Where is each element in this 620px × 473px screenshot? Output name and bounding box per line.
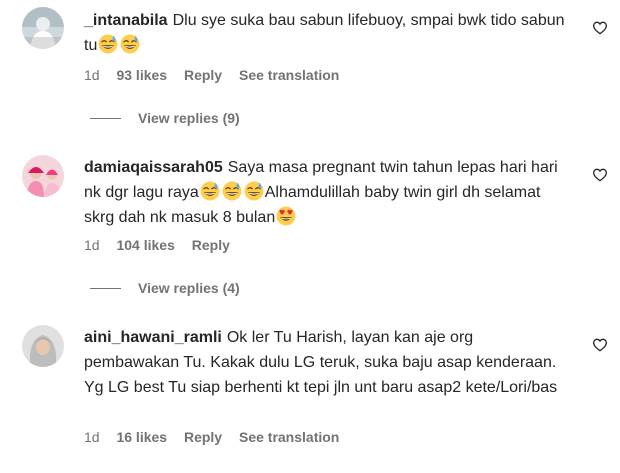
grinning-sweat-emoji (244, 181, 264, 201)
comment-meta: 1d 16 likes Reply See translation (84, 429, 352, 445)
heart-outline-icon[interactable] (592, 167, 608, 183)
comment-time: 1d (84, 429, 100, 445)
view-replies-label: View replies (9) (138, 110, 240, 126)
avatar[interactable] (22, 7, 64, 49)
view-replies-label: View replies (4) (138, 280, 240, 296)
grinning-sweat-emoji (98, 34, 118, 54)
avatar[interactable] (22, 325, 64, 367)
likes-count[interactable]: 104 likes (116, 237, 174, 253)
view-replies-button[interactable]: View replies (4) (90, 280, 240, 296)
comment-time: 1d (84, 67, 100, 83)
avatar[interactable] (22, 155, 64, 197)
likes-count[interactable]: 16 likes (116, 429, 167, 445)
comment-username[interactable]: aini_hawani_ramli (84, 329, 222, 346)
likes-count[interactable]: 93 likes (116, 67, 167, 83)
comment-body: _intanabila Dlu sye suka bau sabun lifebu… (84, 8, 570, 58)
comment-time: 1d (84, 237, 100, 253)
comment-username[interactable]: _intanabila (84, 12, 168, 29)
reply-button[interactable]: Reply (184, 429, 222, 445)
reply-button[interactable]: Reply (192, 237, 230, 253)
see-translation-button[interactable]: See translation (239, 429, 339, 445)
divider-line (90, 287, 121, 289)
view-replies-button[interactable]: View replies (9) (90, 110, 240, 126)
comment-username[interactable]: damiaqaissarah05 (84, 159, 223, 176)
heart-eyes-emoji (276, 206, 296, 226)
grinning-sweat-emoji (222, 181, 242, 201)
comment-meta: 1d 93 likes Reply See translation (84, 67, 352, 83)
heart-outline-icon[interactable] (592, 337, 608, 353)
grinning-sweat-emoji (120, 34, 140, 54)
see-translation-button[interactable]: See translation (239, 67, 339, 83)
reply-button[interactable]: Reply (184, 67, 222, 83)
divider-line (90, 117, 121, 119)
comment-meta: 1d 104 likes Reply (84, 237, 243, 253)
heart-outline-icon[interactable] (592, 20, 608, 36)
comment-body: aini_hawani_ramli Ok ler Tu Harish, layan… (84, 325, 570, 400)
grinning-sweat-emoji (200, 181, 220, 201)
comment-body: damiaqaissarah05 Saya masa pregnant twin … (84, 155, 570, 230)
